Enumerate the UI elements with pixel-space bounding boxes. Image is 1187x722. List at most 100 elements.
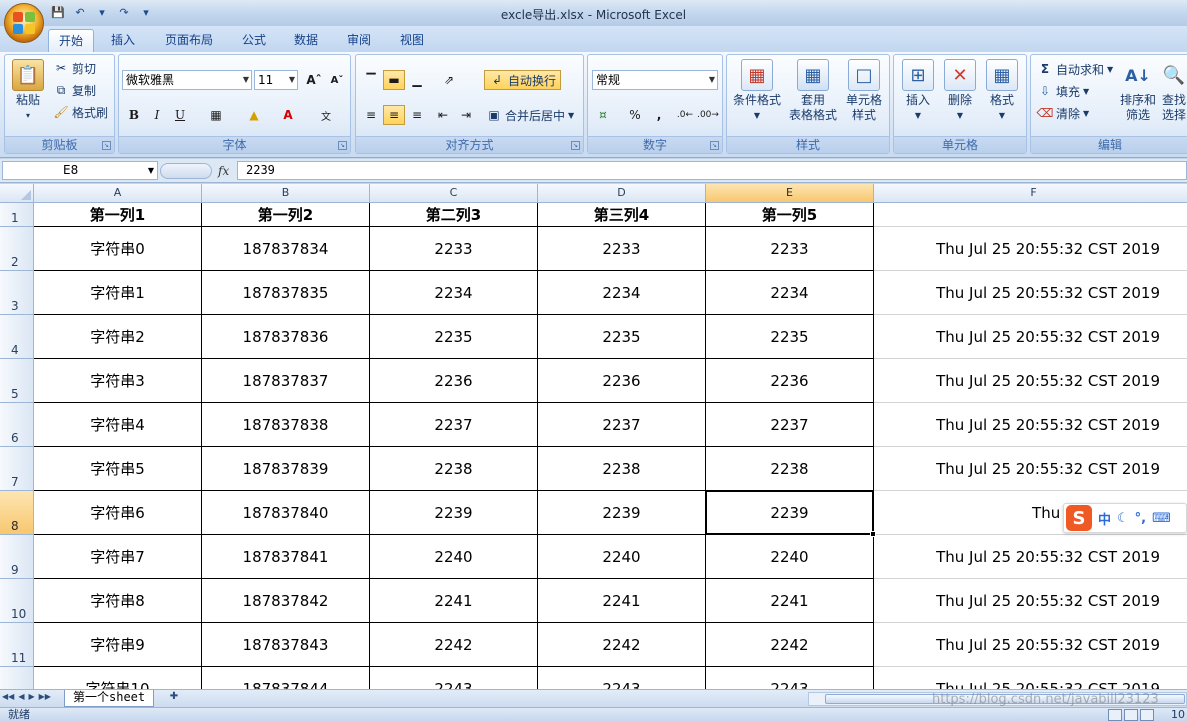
table-cell[interactable]: 2237 <box>706 403 874 447</box>
table-cell[interactable]: Thu Jul 25 20:55:32 CST 2019 <box>874 359 1187 403</box>
page-layout-view-icon[interactable] <box>1124 709 1138 721</box>
row-header[interactable]: 10 <box>0 579 34 623</box>
column-header-c[interactable]: C <box>370 184 538 203</box>
orientation-icon[interactable]: ⇗ <box>438 70 460 90</box>
table-cell[interactable]: 字符串7 <box>34 535 202 579</box>
column-header-b[interactable]: B <box>202 184 370 203</box>
column-header-a[interactable]: A <box>34 184 202 203</box>
table-cell[interactable]: 2235 <box>370 315 538 359</box>
ime-toolbar[interactable]: S 中 ☾ °, ⌨ <box>1063 503 1187 533</box>
table-cell[interactable]: 字符串3 <box>34 359 202 403</box>
table-cell[interactable]: 2240 <box>370 535 538 579</box>
column-header-e[interactable]: E <box>706 184 874 203</box>
row-header[interactable]: 6 <box>0 403 34 447</box>
underline-button[interactable]: U <box>169 105 191 125</box>
row-header[interactable]: 12 <box>0 667 34 689</box>
table-cell[interactable]: 2242 <box>538 623 706 667</box>
table-cell[interactable]: 2240 <box>538 535 706 579</box>
table-cell[interactable]: 187837836 <box>202 315 370 359</box>
tab-page-layout[interactable]: 页面布局 <box>155 29 223 52</box>
paste-button[interactable]: 📋 粘贴 ▾ <box>9 59 47 123</box>
cell-styles-button[interactable]: □ 单元格 样式 <box>841 59 887 123</box>
decrease-decimal-icon[interactable]: .00→ <box>697 105 719 125</box>
fill-color-icon[interactable]: ▲ <box>243 105 265 125</box>
delete-cells-button[interactable]: ✕ 删除 ▼ <box>940 59 980 123</box>
table-cell[interactable]: Thu Jul 25 20:55:32 CST 2019 <box>874 447 1187 491</box>
formula-input[interactable]: 2239 <box>237 161 1187 180</box>
table-cell[interactable]: 187837840 <box>202 491 370 535</box>
borders-icon[interactable]: ▦ <box>205 105 227 125</box>
increase-decimal-icon[interactable]: .0← <box>674 105 696 125</box>
table-cell[interactable]: 2236 <box>538 359 706 403</box>
table-cell[interactable]: 187837843 <box>202 623 370 667</box>
next-sheet-icon[interactable]: ▶ <box>28 692 34 701</box>
table-cell[interactable]: 字符串1 <box>34 271 202 315</box>
row-header[interactable]: 9 <box>0 535 34 579</box>
table-cell[interactable]: 2236 <box>706 359 874 403</box>
table-cell[interactable]: 2240 <box>706 535 874 579</box>
header-cell[interactable]: 第一列1 <box>34 203 202 227</box>
header-cell[interactable]: 第一列2 <box>202 203 370 227</box>
table-cell[interactable]: Thu Jul 25 20:55:32 CST 2019 <box>874 315 1187 359</box>
number-format-combo[interactable]: 常规 ▼ <box>592 70 718 90</box>
tab-insert[interactable]: 插入 <box>101 29 145 52</box>
row-header[interactable]: 11 <box>0 623 34 667</box>
column-header-f[interactable]: F <box>874 184 1187 203</box>
table-cell[interactable]: 2237 <box>370 403 538 447</box>
conditional-format-button[interactable]: ▦ 条件格式 ▼ <box>731 59 783 123</box>
table-cell[interactable]: 2241 <box>706 579 874 623</box>
table-cell[interactable]: 2238 <box>706 447 874 491</box>
tab-formulas[interactable]: 公式 <box>232 29 276 52</box>
row-header[interactable]: 5 <box>0 359 34 403</box>
italic-button[interactable]: I <box>146 105 168 125</box>
percent-button[interactable]: % <box>624 105 646 125</box>
table-cell[interactable]: 字符串6 <box>34 491 202 535</box>
table-cell[interactable]: 2237 <box>538 403 706 447</box>
font-size-combo[interactable]: 11 ▼ <box>254 70 298 90</box>
row-header[interactable]: 7 <box>0 447 34 491</box>
merge-center-button[interactable]: ▣ 合并后居中 ▼ <box>486 105 574 125</box>
table-cell[interactable]: 字符串2 <box>34 315 202 359</box>
dialog-launcher-icon[interactable]: ↘ <box>102 141 111 150</box>
table-cell[interactable]: 2243 <box>538 667 706 689</box>
table-cell[interactable]: 2241 <box>538 579 706 623</box>
table-cell[interactable]: 187837841 <box>202 535 370 579</box>
formula-bar-resize-handle[interactable] <box>160 162 212 179</box>
header-cell[interactable]: 第一列5 <box>706 203 874 227</box>
table-cell[interactable]: 187837834 <box>202 227 370 271</box>
fill-button[interactable]: ⇩ 填充 ▼ <box>1037 81 1089 101</box>
first-sheet-icon[interactable]: ◀◀ <box>2 692 14 701</box>
table-cell[interactable]: 187837838 <box>202 403 370 447</box>
table-cell[interactable]: 187837839 <box>202 447 370 491</box>
table-cell[interactable]: 字符串5 <box>34 447 202 491</box>
align-middle-icon[interactable]: ▬ <box>383 70 405 90</box>
find-select-button[interactable]: 🔍 查找 选择 <box>1159 59 1187 123</box>
table-cell[interactable]: 2234 <box>370 271 538 315</box>
table-cell[interactable]: 字符串10 <box>34 667 202 689</box>
dialog-launcher-icon[interactable]: ↘ <box>571 141 580 150</box>
column-header-d[interactable]: D <box>538 184 706 203</box>
normal-view-icon[interactable] <box>1108 709 1122 721</box>
row-header[interactable]: 2 <box>0 227 34 271</box>
moon-icon[interactable]: ☾ <box>1117 511 1129 526</box>
table-cell[interactable]: 2235 <box>538 315 706 359</box>
select-all-button[interactable] <box>0 184 34 203</box>
table-cell[interactable]: 字符串8 <box>34 579 202 623</box>
tab-home[interactable]: 开始 <box>48 29 95 52</box>
table-cell[interactable]: Thu Jul 25 20:55:32 CST 2019 <box>874 403 1187 447</box>
header-cell[interactable]: 第二列3 <box>370 203 538 227</box>
phonetic-icon[interactable]: 文 <box>315 105 337 125</box>
name-box[interactable]: E8 ▼ <box>2 161 158 180</box>
punctuation-icon[interactable]: °, <box>1135 511 1146 526</box>
row-header[interactable]: 1 <box>0 203 34 227</box>
ime-mode-chinese[interactable]: 中 <box>1098 509 1111 528</box>
row-header[interactable]: 8 <box>0 491 34 535</box>
table-cell[interactable]: 字符串9 <box>34 623 202 667</box>
table-cell[interactable]: 2243 <box>706 667 874 689</box>
table-cell[interactable]: 187837837 <box>202 359 370 403</box>
cut-button[interactable]: ✂ 剪切 <box>53 58 96 78</box>
align-center-icon[interactable]: ≡ <box>383 105 405 125</box>
table-cell[interactable]: 2236 <box>370 359 538 403</box>
sheet-tab[interactable]: 第一个sheet <box>64 690 155 707</box>
prev-sheet-icon[interactable]: ◀ <box>18 692 24 701</box>
